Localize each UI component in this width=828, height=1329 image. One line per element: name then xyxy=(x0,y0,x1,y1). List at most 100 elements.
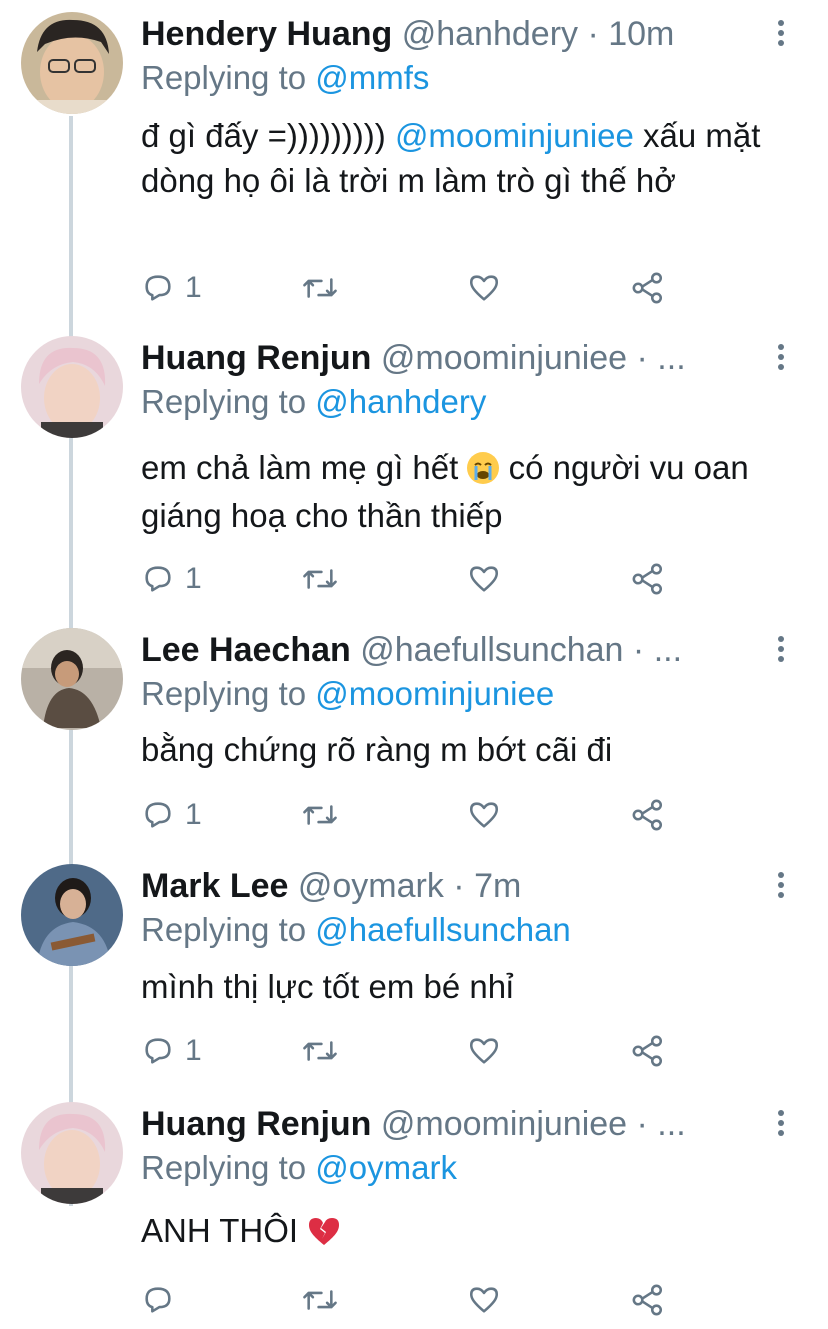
reply-icon xyxy=(145,802,171,828)
reply-icon xyxy=(145,275,171,301)
like-button[interactable] xyxy=(467,559,501,599)
action-bar: 1 xyxy=(141,559,681,599)
share-button[interactable] xyxy=(631,795,665,835)
heart-icon xyxy=(469,275,499,301)
tweet-header: Mark Lee @oymark · 7m xyxy=(141,866,758,906)
reply-button[interactable]: 1 xyxy=(141,1031,202,1071)
username[interactable]: @haefullsunchan xyxy=(360,631,623,669)
reply-icon xyxy=(145,1287,171,1313)
more-options-icon[interactable] xyxy=(776,636,786,666)
timestamp[interactable]: ... xyxy=(654,631,682,669)
retweet-button[interactable] xyxy=(301,559,339,599)
timestamp[interactable]: ... xyxy=(657,339,685,377)
avatar[interactable] xyxy=(21,336,123,438)
reply-icon xyxy=(145,1038,171,1064)
more-options-icon[interactable] xyxy=(776,1110,786,1140)
share-button[interactable] xyxy=(631,1031,665,1071)
timestamp[interactable]: ... xyxy=(657,1105,685,1143)
like-button[interactable] xyxy=(467,1031,501,1071)
more-options-icon[interactable] xyxy=(776,872,786,902)
mention-link[interactable]: @moominjuniee xyxy=(315,675,554,712)
reply-button[interactable]: 1 xyxy=(141,559,202,599)
replying-to: Replying to @haefullsunchan xyxy=(141,910,571,950)
share-icon xyxy=(632,563,663,595)
timestamp[interactable]: 10m xyxy=(608,15,674,53)
username[interactable]: @moominjuniee xyxy=(381,339,627,377)
share-button[interactable] xyxy=(631,559,665,599)
display-name[interactable]: Hendery Huang xyxy=(141,15,392,53)
replying-to-label: Replying to xyxy=(141,675,316,712)
action-bar: 1 xyxy=(141,268,681,308)
retweet-icon xyxy=(303,1041,337,1061)
reply-button[interactable]: 1 xyxy=(141,268,202,308)
username[interactable]: @oymark xyxy=(298,867,444,905)
separator-dot: · xyxy=(443,867,475,905)
reply-icon xyxy=(145,566,171,592)
avatar[interactable] xyxy=(21,12,123,114)
mention-link[interactable]: @hanhdery xyxy=(315,383,486,420)
more-options-icon[interactable] xyxy=(776,20,786,50)
action-bar: 1 xyxy=(141,1031,681,1071)
heart-icon xyxy=(469,566,499,592)
tweet[interactable]: Huang Renjun @moominjuniee · ... Replyin… xyxy=(0,1090,828,1329)
avatar[interactable] xyxy=(21,864,123,966)
more-options-icon[interactable] xyxy=(776,344,786,374)
tweet[interactable]: Lee Haechan @haefullsunchan · ... Replyi… xyxy=(0,616,828,850)
retweet-button[interactable] xyxy=(301,795,339,835)
replying-to-label: Replying to xyxy=(141,1149,316,1186)
mention-link[interactable]: @mmfs xyxy=(315,59,429,96)
retweet-button[interactable] xyxy=(301,1280,339,1320)
mention-link[interactable]: @haefullsunchan xyxy=(315,911,571,948)
retweet-icon xyxy=(303,278,337,298)
action-bar xyxy=(141,1280,681,1320)
retweet-button[interactable] xyxy=(301,268,339,308)
display-name[interactable]: Lee Haechan xyxy=(141,631,351,669)
display-name[interactable]: Huang Renjun xyxy=(141,339,371,377)
broken-heart-emoji-icon xyxy=(307,1213,341,1258)
share-button[interactable] xyxy=(631,268,665,308)
like-button[interactable] xyxy=(467,268,501,308)
replying-to: Replying to @oymark xyxy=(141,1148,457,1188)
username[interactable]: @hanhdery xyxy=(402,15,578,53)
like-button[interactable] xyxy=(467,795,501,835)
replying-to: Replying to @moominjuniee xyxy=(141,674,554,714)
display-name[interactable]: Huang Renjun xyxy=(141,1105,371,1143)
like-button[interactable] xyxy=(467,1280,501,1320)
separator-dot: · xyxy=(627,1105,658,1143)
tweet-header: Huang Renjun @moominjuniee · ... xyxy=(141,338,758,378)
separator-dot: · xyxy=(578,15,609,53)
share-button[interactable] xyxy=(631,1280,665,1320)
mention-link[interactable]: @oymark xyxy=(315,1149,457,1186)
action-bar: 1 xyxy=(141,795,681,835)
mention-link[interactable]: @moominjuniee xyxy=(395,117,634,154)
avatar[interactable] xyxy=(21,628,123,730)
reply-button[interactable]: 1 xyxy=(141,795,202,835)
retweet-icon xyxy=(303,1290,337,1310)
tweet-text: mình thị lực tốt em bé nhỉ xyxy=(141,968,514,1005)
timestamp[interactable]: 7m xyxy=(474,867,521,905)
replying-to: Replying to @mmfs xyxy=(141,58,429,98)
reply-count: 1 xyxy=(185,562,202,595)
tweet-header: Lee Haechan @haefullsunchan · ... xyxy=(141,630,758,670)
separator-dot: · xyxy=(623,631,654,669)
display-name[interactable]: Mark Lee xyxy=(141,867,288,905)
tweet-text: ANH THÔI xyxy=(141,1208,788,1258)
username[interactable]: @moominjuniee xyxy=(381,1105,627,1143)
reply-button[interactable] xyxy=(141,1280,185,1320)
crying-face-emoji-icon xyxy=(467,452,500,484)
share-icon xyxy=(632,799,663,831)
share-icon xyxy=(632,272,663,304)
tweet[interactable]: Hendery Huang @hanhdery · 10m Replying t… xyxy=(0,0,828,318)
avatar[interactable] xyxy=(21,1102,123,1204)
retweet-icon xyxy=(303,805,337,825)
replying-to: Replying to @hanhdery xyxy=(141,382,486,422)
replying-to-label: Replying to xyxy=(141,383,316,420)
tweet[interactable]: Mark Lee @oymark · 7m Replying to @haefu… xyxy=(0,852,828,1088)
tweet-text: bằng chứng rõ ràng m bớt cãi đi xyxy=(141,731,613,768)
share-icon xyxy=(632,1035,663,1067)
tweet[interactable]: Huang Renjun @moominjuniee · ... Replyin… xyxy=(0,324,828,614)
tweet-text: đ gì đấy =))))))))) @moominjuniee xấu mặ… xyxy=(141,113,788,203)
tweet-text: em chả làm mẹ gì hết có người vu oan giá… xyxy=(141,444,788,540)
retweet-button[interactable] xyxy=(301,1031,339,1071)
tweet-header: Huang Renjun @moominjuniee · ... xyxy=(141,1104,758,1144)
